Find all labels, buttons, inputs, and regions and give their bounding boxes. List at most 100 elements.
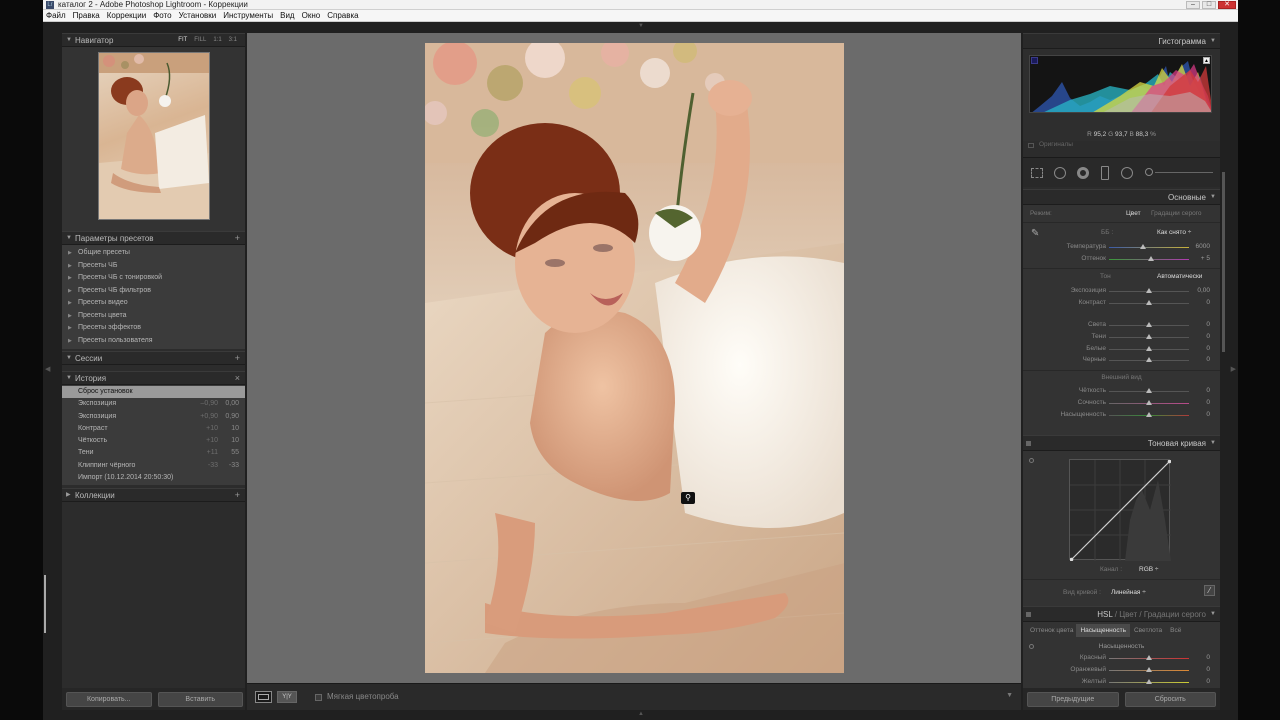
channel-dropdown[interactable]: RGB ÷ [1139, 566, 1158, 573]
history-step[interactable]: Сброс установок [62, 386, 245, 399]
menu-settings[interactable]: Установки [179, 10, 217, 21]
left-scrollbar[interactable] [44, 575, 46, 633]
slider-knob[interactable] [1146, 666, 1152, 672]
add-collection-icon[interactable]: + [235, 489, 240, 502]
spot-removal-icon[interactable] [1054, 167, 1066, 179]
presets-header[interactable]: ▼ Параметры пресетов + [62, 231, 245, 245]
zoom-fill[interactable]: FILL [194, 34, 206, 47]
temperature-slider[interactable]: Температура 6000 [1023, 241, 1220, 253]
clear-history-icon[interactable]: × [235, 372, 240, 385]
originals-checkbox[interactable] [1028, 143, 1034, 148]
grayscale-tab[interactable]: Градации серого [1144, 610, 1206, 619]
preset-folder-bw-toned[interactable]: ▶ Пресеты ЧБ с тонировкой [62, 272, 245, 285]
auto-tone-button[interactable]: Автоматически [1157, 273, 1202, 280]
right-panel-toggle-icon[interactable]: ▶ [1231, 365, 1236, 373]
menu-help[interactable]: Справка [327, 10, 358, 21]
hsl-header[interactable]: HSL / Цвет / Градации серого ▼ [1023, 606, 1220, 622]
hsl-tab-hue[interactable]: Оттенок цвета [1027, 624, 1076, 637]
slider-knob[interactable] [1146, 411, 1152, 417]
history-step[interactable]: Тени +11 55 [62, 447, 245, 459]
bottom-panel-toggle-icon[interactable]: ▲ [638, 711, 644, 717]
point-curve-dropdown[interactable]: Линейная ÷ [1111, 589, 1146, 596]
slider-knob[interactable] [1146, 655, 1152, 660]
history-step[interactable]: Клиппинг чёрного -33 -33 [62, 460, 245, 472]
reset-button[interactable]: Сбросить [1124, 692, 1216, 707]
whites-slider[interactable]: Белые 0 [1023, 343, 1220, 355]
yellow-saturation-slider[interactable]: Желтый 0 [1023, 676, 1220, 688]
minimize-button[interactable]: – [1186, 1, 1200, 9]
slider-knob[interactable] [1139, 244, 1146, 249]
hsl-tab-all[interactable]: Всё [1166, 624, 1185, 637]
main-photo[interactable]: ⚲ [425, 43, 844, 673]
add-preset-icon[interactable]: + [235, 232, 240, 245]
target-adjust-icon[interactable] [1029, 458, 1034, 463]
contrast-slider[interactable]: Контраст 0 [1023, 297, 1220, 309]
hsl-tab[interactable]: HSL [1097, 610, 1112, 619]
blacks-slider[interactable]: Черные 0 [1023, 354, 1220, 366]
before-after-icon[interactable]: Y|Y [277, 691, 297, 703]
preset-folder-general[interactable]: ▶ Общие пресеты [62, 247, 245, 260]
history-step[interactable]: Чёткость +10 10 [62, 435, 245, 447]
preset-folder-bw[interactable]: ▶ Пресеты ЧБ [62, 260, 245, 273]
crop-tool-icon[interactable] [1031, 168, 1043, 178]
wb-dropdown[interactable]: Как снято ÷ [1157, 229, 1191, 236]
tint-slider[interactable]: Оттенок + 5 [1023, 253, 1220, 265]
softproof-checkbox[interactable] [315, 694, 322, 701]
slider-knob[interactable] [1146, 357, 1152, 363]
slider-knob[interactable] [1146, 299, 1152, 305]
tone-curve-header[interactable]: Тоновая кривая ▼ [1023, 435, 1220, 451]
treatment-grayscale[interactable]: Градации серого [1151, 210, 1202, 217]
close-button[interactable]: ✕ [1218, 1, 1236, 9]
zoom-fit[interactable]: FIT [178, 34, 187, 47]
slider-knob[interactable] [1146, 322, 1152, 327]
add-session-icon[interactable]: + [235, 352, 240, 365]
edit-point-curve-icon[interactable]: ⁄ [1204, 585, 1215, 596]
preset-folder-color[interactable]: ▶ Пресеты цвета [62, 310, 245, 323]
menu-window[interactable]: Окно [302, 10, 321, 21]
history-step[interactable]: Экспозиция +0,90 0,90 [62, 411, 245, 423]
slider-knob[interactable] [1146, 678, 1152, 684]
adjustment-brush-icon[interactable] [1145, 168, 1153, 176]
history-step[interactable]: Импорт (10.12.2014 20:50:30) [62, 472, 245, 484]
slider-knob[interactable] [1146, 345, 1152, 351]
menu-file[interactable]: Файл [46, 10, 66, 21]
vibrance-slider[interactable]: Сочность 0 [1023, 397, 1220, 409]
slider-knob[interactable] [1146, 333, 1152, 339]
color-tab[interactable]: Цвет [1119, 610, 1137, 619]
red-saturation-slider[interactable]: Красный 0 [1023, 652, 1220, 664]
eyedropper-icon[interactable]: ✎ [1031, 228, 1039, 239]
navigator-thumbnail[interactable] [98, 52, 210, 220]
shadows-slider[interactable]: Тени 0 [1023, 331, 1220, 343]
zoom-1-1[interactable]: 1:1 [213, 34, 221, 47]
menu-develop[interactable]: Коррекции [107, 10, 146, 21]
panel-toggle-icon[interactable] [1026, 441, 1031, 446]
tool-slider-track[interactable] [1155, 172, 1213, 173]
slider-knob[interactable] [1146, 388, 1152, 393]
previous-button[interactable]: Предыдущие [1027, 692, 1119, 707]
preset-folder-bw-filters[interactable]: ▶ Пресеты ЧБ фильтров [62, 285, 245, 298]
graduated-filter-icon[interactable] [1101, 166, 1109, 180]
history-step[interactable]: Экспозиция –0,90 0,00 [62, 398, 245, 410]
toolbar-dropdown-icon[interactable]: ▼ [1006, 692, 1013, 699]
hsl-tab-luminance[interactable]: Светлота [1130, 624, 1166, 637]
highlight-clipping-icon[interactable]: ▲ [1203, 57, 1210, 64]
preset-folder-video[interactable]: ▶ Пресеты видео [62, 297, 245, 310]
histogram-header[interactable]: Гистограмма ▼ [1023, 33, 1220, 49]
slider-knob[interactable] [1148, 255, 1155, 261]
paste-settings-button[interactable]: Вставить [157, 692, 243, 707]
basic-header[interactable]: Основные ▼ [1023, 189, 1220, 205]
zoom-3-1[interactable]: 3:1 [229, 34, 237, 47]
left-panel-toggle-icon[interactable]: ◀ [45, 365, 50, 373]
loupe-view-icon[interactable] [255, 691, 272, 703]
history-step[interactable]: Контраст +10 10 [62, 423, 245, 435]
slider-knob[interactable] [1146, 399, 1152, 405]
orange-saturation-slider[interactable]: Оранжевый 0 [1023, 664, 1220, 676]
clarity-slider[interactable]: Чёткость 0 [1023, 385, 1220, 397]
sessions-header[interactable]: ▼ Сессии + [62, 351, 245, 365]
menu-tools[interactable]: Инструменты [223, 10, 273, 21]
red-eye-icon[interactable] [1077, 167, 1089, 179]
preset-folder-effects[interactable]: ▶ Пресеты эффектов [62, 322, 245, 335]
menu-view[interactable]: Вид [280, 10, 294, 21]
maximize-button[interactable]: □ [1202, 1, 1216, 9]
radial-filter-icon[interactable] [1121, 167, 1133, 179]
